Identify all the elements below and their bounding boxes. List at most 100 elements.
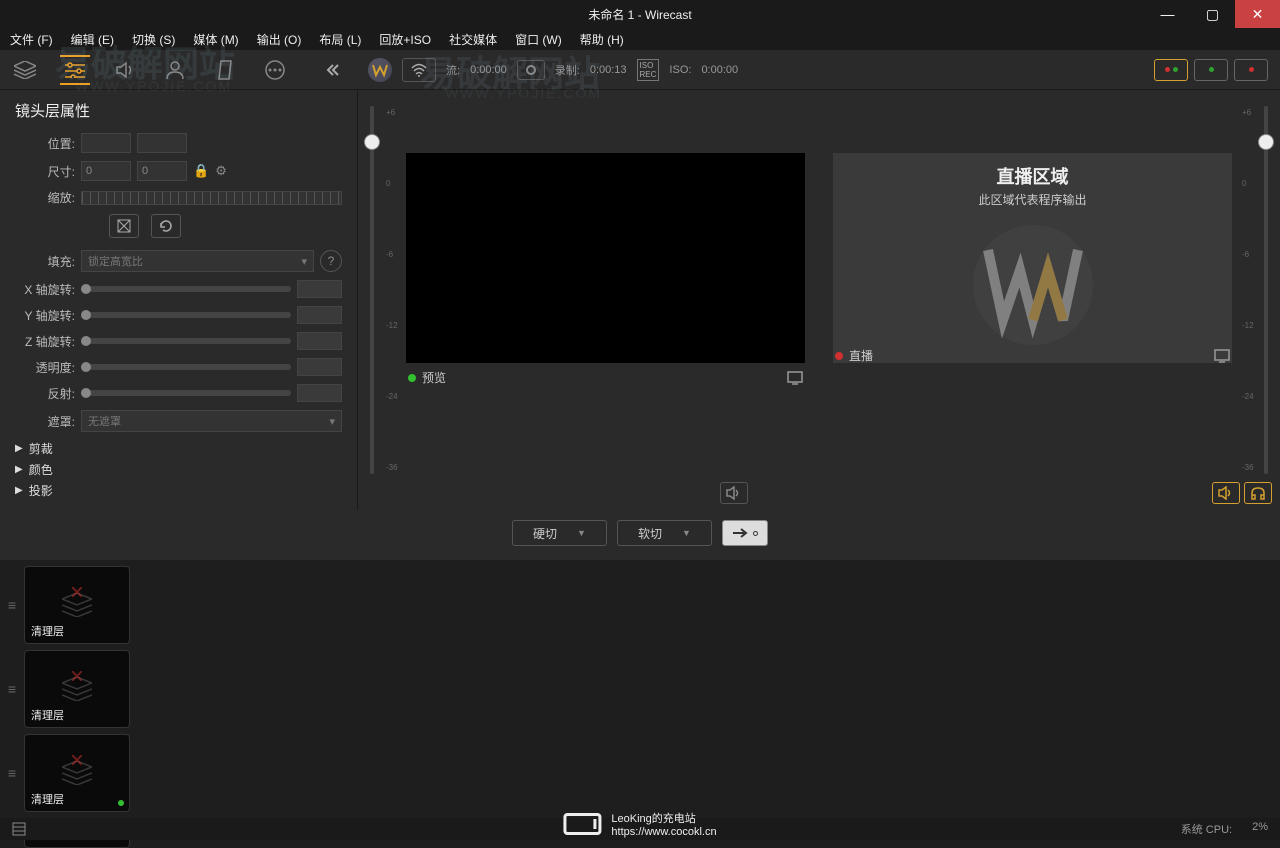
go-button[interactable] (722, 520, 768, 546)
minimize-button[interactable]: — (1145, 0, 1190, 28)
preview-display-icon[interactable] (787, 371, 803, 385)
size-w-input[interactable] (81, 161, 131, 181)
layer-handle[interactable]: ≡ (0, 650, 24, 728)
scale-label: 缩放: (15, 189, 75, 206)
person-tab-icon[interactable] (160, 55, 190, 85)
preview-monitor[interactable] (406, 153, 805, 363)
stream-button[interactable] (402, 58, 436, 82)
fill-label: 填充: (15, 253, 75, 270)
reflect-slider[interactable] (81, 390, 291, 396)
menu-output[interactable]: 输出 (O) (257, 31, 302, 48)
yrot-value[interactable] (297, 306, 342, 324)
fill-help-icon[interactable]: ? (320, 250, 342, 272)
status-light-2[interactable] (1194, 59, 1228, 81)
device-tab-icon[interactable] (210, 55, 240, 85)
scale-slider[interactable] (81, 191, 342, 205)
status-light-3[interactable] (1234, 59, 1268, 81)
gear-icon[interactable]: ⚙ (215, 163, 227, 179)
window-title: 未命名 1 - Wirecast (588, 6, 691, 23)
live-label: 直播 (849, 347, 873, 364)
record-button[interactable] (517, 60, 545, 80)
shot-clear-layer[interactable]: 清理层 (24, 650, 130, 728)
record-time: 0:00:13 (590, 64, 627, 76)
maximize-button[interactable]: ▢ (1190, 0, 1235, 28)
size-h-input[interactable] (137, 161, 187, 181)
status-light-1[interactable] (1154, 59, 1188, 81)
preview-status-dot (408, 374, 416, 382)
record-icon (526, 65, 536, 75)
menu-help[interactable]: 帮助 (H) (580, 31, 624, 48)
zrot-slider[interactable] (81, 338, 291, 344)
panel-title: 镜头层属性 (15, 100, 342, 121)
properties-panel: 镜头层属性 位置: 尺寸: 🔒 ⚙ 缩放: 填充: 锁定高宽比 (0, 90, 358, 510)
opacity-label: 透明度: (15, 359, 75, 376)
reflect-value[interactable] (297, 384, 342, 402)
menu-media[interactable]: 媒体 (M) (193, 31, 238, 48)
iso-label: ISO: (669, 64, 691, 76)
audio-tab-icon[interactable] (110, 55, 140, 85)
live-area-title: 直播区域 (997, 163, 1069, 189)
properties-tab-icon[interactable] (60, 55, 90, 85)
layer-handle[interactable]: ≡ (0, 566, 24, 644)
close-button[interactable]: ✕ (1235, 0, 1280, 28)
preview-label: 预览 (422, 369, 446, 386)
reset-scale-button[interactable] (109, 214, 139, 238)
iso-button[interactable]: ISOREC (637, 59, 660, 81)
cut-button[interactable]: 硬切▼ (512, 520, 607, 546)
smooth-button[interactable]: 软切▼ (617, 520, 712, 546)
menu-replay-iso[interactable]: 回放+ISO (379, 31, 431, 48)
live-vu-meter[interactable] (1252, 98, 1280, 502)
shot-label: 清理层 (31, 623, 64, 639)
more-tab-icon[interactable] (260, 55, 290, 85)
preview-speaker-button[interactable] (720, 482, 748, 504)
statusbar-icon[interactable] (12, 822, 26, 836)
yrot-slider[interactable] (81, 312, 291, 318)
live-status-dot (835, 352, 843, 360)
reflect-label: 反射: (15, 385, 75, 402)
wirecast-watermark-icon (948, 220, 1118, 350)
live-speaker-button[interactable] (1212, 482, 1240, 504)
xrot-slider[interactable] (81, 286, 291, 292)
position-x-input[interactable] (81, 133, 131, 153)
menu-layout[interactable]: 布局 (L) (319, 31, 361, 48)
live-display-icon[interactable] (1214, 349, 1230, 363)
live-headphone-button[interactable] (1244, 482, 1272, 504)
crop-section[interactable]: ▶剪裁 (15, 440, 342, 457)
vu-scale-right: +60-6-12-24-36 (1242, 98, 1252, 502)
lock-icon[interactable]: 🔒 (193, 163, 209, 179)
menu-file[interactable]: 文件 (F) (10, 31, 53, 48)
shot-label: 清理层 (31, 707, 64, 723)
size-label: 尺寸: (15, 163, 75, 180)
xrot-value[interactable] (297, 280, 342, 298)
opacity-slider[interactable] (81, 364, 291, 370)
wirecast-logo-icon (368, 58, 392, 82)
shot-live-indicator (118, 800, 124, 806)
position-label: 位置: (15, 135, 75, 152)
menu-edit[interactable]: 编辑 (E) (71, 31, 114, 48)
stream-time: 0:00:00 (470, 64, 507, 76)
cpu-value: 2% (1252, 821, 1268, 837)
menu-switch[interactable]: 切换 (S) (132, 31, 175, 48)
preview-vu-meter[interactable] (358, 98, 386, 502)
opacity-value[interactable] (297, 358, 342, 376)
layers-tab-icon[interactable] (10, 55, 40, 85)
color-section[interactable]: ▶颜色 (15, 461, 342, 478)
reset-rotation-button[interactable] (151, 214, 181, 238)
fill-select[interactable]: 锁定高宽比▾ (81, 250, 314, 272)
shot-label: 清理层 (31, 791, 64, 807)
position-y-input[interactable] (137, 133, 187, 153)
shadow-section[interactable]: ▶投影 (15, 482, 342, 499)
iso-time: 0:00:00 (701, 64, 738, 76)
mask-select[interactable]: 无遮罩▾ (81, 410, 342, 432)
wifi-icon (411, 63, 427, 77)
menu-social[interactable]: 社交媒体 (449, 31, 497, 48)
shot-clear-layer[interactable]: 清理层 (24, 566, 130, 644)
live-monitor[interactable]: 直播区域 此区域代表程序输出 (833, 153, 1232, 363)
menu-window[interactable]: 窗口 (W) (515, 31, 562, 48)
collapse-panel-icon[interactable] (318, 55, 348, 85)
zrot-value[interactable] (297, 332, 342, 350)
layer-handle[interactable]: ≡ (0, 734, 24, 812)
live-area-subtitle: 此区域代表程序输出 (978, 191, 1086, 208)
shot-clear-layer[interactable]: 清理层 (24, 734, 130, 812)
yrot-label: Y 轴旋转: (15, 307, 75, 324)
